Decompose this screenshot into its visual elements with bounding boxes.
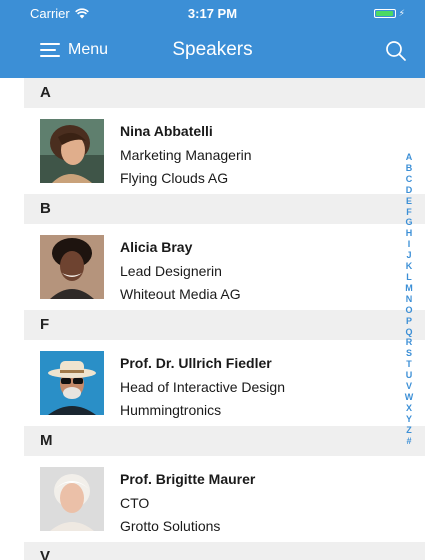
section-header-m: M [24,426,425,456]
speaker-role: Lead Designerin [120,262,222,279]
speaker-row[interactable]: Prof. Brigitte Maurer CTO Grotto Solutio… [24,456,425,542]
speaker-list[interactable]: A Nina Abbatelli Marketing Managerin Fly… [24,78,425,560]
navigation-bar: Menu Speakers [0,26,425,78]
speaker-name: Nina Abbatelli [120,123,213,139]
index-letter[interactable]: F [406,207,412,218]
speaker-company: Hummingtronics [120,402,222,418]
index-letter[interactable]: P [406,316,412,327]
index-letter[interactable]: N [406,294,413,305]
speaker-avatar [40,351,104,415]
battery-icon [373,9,396,18]
speaker-avatar [40,467,104,531]
speaker-row[interactable]: Prof. Dr. Ullrich Fiedler Head of Intera… [24,340,425,426]
index-letter[interactable]: Y [406,414,412,425]
speaker-role: Head of Interactive Design [120,378,285,395]
speaker-avatar [40,235,104,299]
speakers-screen: Carrier 3:17 PM ⚡ Menu Speakers A Nina A… [0,0,425,560]
speaker-name: Prof. Dr. Ullrich Fiedler [120,355,272,371]
section-header-a: A [24,78,425,108]
index-letter[interactable]: M [405,283,413,294]
speaker-details: Alicia Bray Lead Designerin Whiteout Med… [120,236,241,307]
index-letter[interactable]: J [406,250,411,261]
index-letter[interactable]: H [406,228,413,239]
index-letter[interactable]: O [405,305,412,316]
section-header-b: B [24,194,425,224]
index-letter[interactable]: W [405,392,414,403]
speaker-company: Whiteout Media AG [120,286,241,302]
speaker-role: Marketing Managerin [120,146,252,163]
index-letter[interactable]: V [406,381,412,392]
speaker-name: Prof. Brigitte Maurer [120,471,256,487]
index-letter[interactable]: B [406,163,413,174]
index-letter[interactable]: Z [406,425,412,436]
index-letter[interactable]: U [406,370,413,381]
page-title: Speakers [172,39,253,60]
index-letter[interactable]: T [406,359,412,370]
index-letter[interactable]: # [406,436,411,447]
speaker-details: Prof. Dr. Ullrich Fiedler Head of Intera… [120,352,285,423]
index-letter[interactable]: R [406,337,413,348]
speaker-company: Grotto Solutions [120,518,221,534]
index-letter[interactable]: D [406,185,413,196]
index-letter[interactable]: G [405,217,412,228]
index-letter[interactable]: K [406,261,413,272]
section-header-v: V [24,542,425,560]
speaker-row[interactable]: Alicia Bray Lead Designerin Whiteout Med… [24,224,425,310]
index-letter[interactable]: C [406,174,413,185]
battery-indicator: ⚡ [373,8,405,19]
battery-fill [375,11,393,16]
index-letter[interactable]: Q [405,327,412,338]
search-icon[interactable] [385,40,407,62]
index-letter[interactable]: X [406,403,412,414]
speaker-company: Flying Clouds AG [120,170,229,186]
alphabet-index[interactable]: A B C D E F G H I J K L M N O P Q R S T U V W X Y Z # [403,152,415,446]
index-letter[interactable]: E [406,196,412,207]
speaker-details: Nina Abbatelli Marketing Managerin Flyin… [120,120,252,191]
index-letter[interactable]: L [406,272,412,283]
index-letter[interactable]: A [406,152,413,163]
speaker-avatar [40,119,104,183]
status-time: 3:17 PM [187,6,238,21]
speaker-role: CTO [120,494,150,511]
speaker-details: Prof. Brigitte Maurer CTO Grotto Solutio… [120,468,255,539]
charging-bolt-icon: ⚡ [398,8,405,18]
speaker-row[interactable]: Nina Abbatelli Marketing Managerin Flyin… [24,108,425,194]
index-letter[interactable]: S [406,348,412,359]
speaker-name: Alicia Bray [120,239,193,255]
index-letter[interactable]: I [408,239,411,250]
status-bar: Carrier 3:17 PM ⚡ [0,0,425,26]
section-header-f: F [24,310,425,340]
